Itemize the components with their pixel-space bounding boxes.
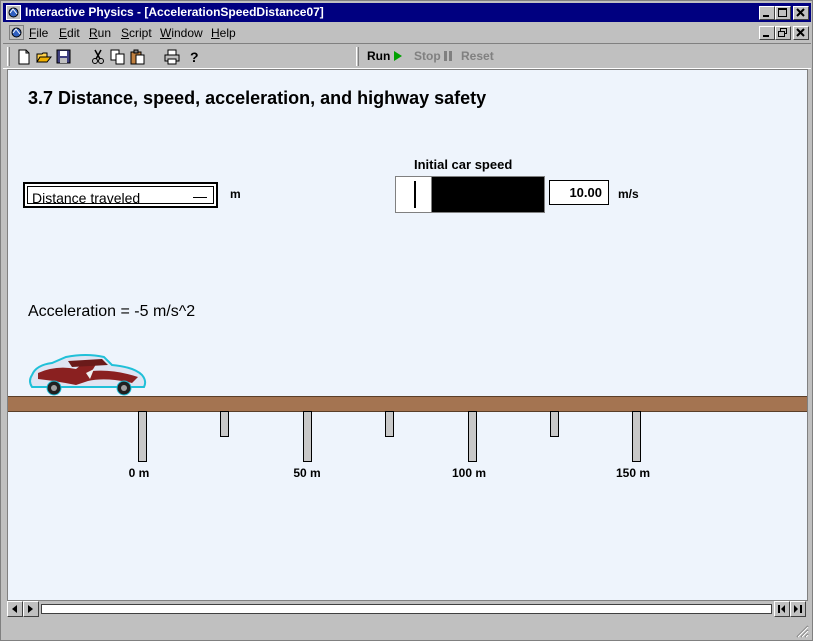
menu-file[interactable]: File [29,26,48,40]
scroll-right-step-button[interactable] [23,601,39,617]
paste-button[interactable] [128,47,148,67]
document-icon[interactable] [9,25,24,40]
scroll-left-end-button[interactable] [774,601,790,617]
play-icon [393,51,402,61]
distance-label-50: 50 m [293,466,321,480]
run-label: Run [367,49,391,63]
simulation-canvas[interactable]: 3.7 Distance, speed, acceleration, and h… [7,69,808,601]
road [8,396,807,412]
minimize-icon [763,15,769,17]
print-icon [164,49,180,65]
close-button[interactable] [793,6,809,20]
arrow-right-bar-icon [794,605,802,613]
paste-icon [130,49,145,65]
stop-button[interactable]: Stop [414,49,453,63]
car-icon[interactable] [26,353,148,397]
speed-slider[interactable] [395,176,545,213]
save-disk-icon [56,49,71,64]
distance-post [303,411,312,462]
distance-post [138,411,147,462]
status-bar [3,620,811,639]
scroll-track[interactable] [41,604,772,614]
doc-restore-button[interactable] [775,26,791,40]
scroll-left-button[interactable] [7,601,23,617]
help-button[interactable]: ? [184,47,204,67]
menu-run[interactable]: Run [89,26,111,40]
restore-icon [778,28,787,37]
open-folder-icon [36,52,52,63]
speed-value-field[interactable]: 10.00 [549,180,609,205]
open-button[interactable] [34,47,54,67]
arrow-right-icon [28,605,33,613]
doc-minimize-button[interactable] [759,26,775,40]
application-window: Interactive Physics - [AccelerationSpeed… [0,0,813,641]
distance-post-minor [385,411,394,437]
distance-label-0: 0 m [128,466,150,480]
menu-script[interactable]: Script [121,26,152,40]
distance-post [632,411,641,462]
meter-frame: Distance traveled [27,186,214,206]
distance-label-100: 100 m [451,466,487,480]
new-file-button[interactable] [14,47,34,67]
page-title: 3.7 Distance, speed, acceleration, and h… [28,88,487,108]
speed-unit: m/s [618,187,639,201]
minimize-icon [763,35,769,37]
minimize-button[interactable] [759,6,775,20]
copy-button[interactable] [108,47,128,67]
distance-meter-label: Distance traveled [32,190,141,206]
menu-bar: File Edit Run Script Window Help [3,23,811,42]
distance-unit: m [230,187,241,201]
toolbar-grip[interactable] [7,47,10,66]
interactive-physics-icon[interactable] [6,5,21,20]
pause-icon [444,51,453,61]
menu-window[interactable]: Window [160,26,203,40]
resize-grip-icon[interactable] [795,624,809,638]
distance-post-minor [220,411,229,437]
distance-post [468,411,477,462]
distance-post-minor [550,411,559,437]
acceleration-label: Acceleration = -5 m/s^2 [28,303,196,320]
scroll-right-end-button[interactable] [790,601,806,617]
arrow-left-bar-icon [778,605,785,613]
svg-text:?: ? [190,49,199,65]
title-bar[interactable]: Interactive Physics - [AccelerationSpeed… [3,3,811,22]
help-question-icon: ? [190,49,199,65]
toolbar-grip-run[interactable] [356,47,359,66]
meter-dash-icon [193,197,207,198]
speed-slider-title: Initial car speed [414,157,513,172]
reset-button[interactable]: Reset [461,49,494,63]
maximize-button[interactable] [775,6,791,20]
arrow-left-icon [12,605,17,613]
maximize-icon [778,8,787,17]
distance-label-150: 150 m [615,466,651,480]
menu-edit[interactable]: Edit [59,26,80,40]
menu-help[interactable]: Help [211,26,236,40]
distance-meter[interactable]: Distance traveled [23,182,218,208]
horizontal-scrollbar[interactable] [7,601,808,617]
speed-slider-thumb[interactable] [396,177,432,212]
run-button[interactable]: Run [367,49,402,63]
toolbar: ? Run Stop Reset [3,43,811,69]
cut-button[interactable] [88,47,108,67]
copy-icon [110,49,125,65]
close-icon [796,8,805,17]
stop-label: Stop [414,49,441,63]
slider-thumb-mark [414,181,416,208]
new-file-icon [18,49,30,65]
cut-scissors-icon [92,49,104,64]
save-button[interactable] [54,47,74,67]
close-icon [796,28,805,37]
window-title: Interactive Physics - [AccelerationSpeed… [25,5,324,19]
doc-close-button[interactable] [793,26,809,40]
print-button[interactable] [162,47,182,67]
